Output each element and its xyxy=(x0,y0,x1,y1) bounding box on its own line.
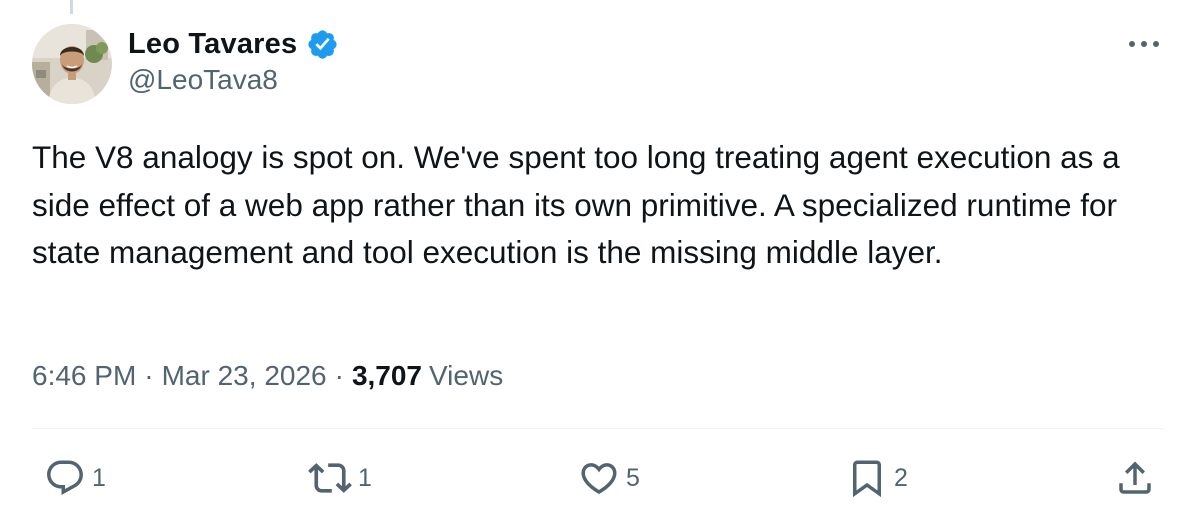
repost-icon xyxy=(308,463,352,493)
repost-count: 1 xyxy=(358,463,372,492)
repost-button[interactable]: 1 xyxy=(308,456,372,500)
views-count: 3,707 xyxy=(351,360,423,391)
heart-icon xyxy=(581,463,617,495)
like-count: 5 xyxy=(626,463,640,492)
tweet-meta: 6:46 PM · Mar 23, 2026 · 3,707 Views xyxy=(32,356,503,396)
thread-connector-line xyxy=(70,0,73,14)
meta-separator: · xyxy=(334,360,344,391)
reply-icon xyxy=(47,460,83,495)
bookmark-count: 2 xyxy=(894,463,908,492)
tweet-text: The V8 analogy is spot on. We've spent t… xyxy=(32,139,1129,270)
bookmark-icon xyxy=(853,460,881,498)
tweet-time[interactable]: 6:46 PM xyxy=(32,360,136,392)
divider xyxy=(32,428,1164,429)
more-horizontal-icon xyxy=(1129,41,1159,47)
more-options-button[interactable] xyxy=(1124,28,1164,60)
author-name[interactable]: Leo Tavares xyxy=(128,28,297,61)
author-name-row: Leo Tavares xyxy=(128,24,339,64)
share-button[interactable] xyxy=(1114,456,1156,500)
views-label: Views xyxy=(429,360,504,391)
avatar[interactable] xyxy=(32,24,112,104)
bookmark-button[interactable]: 2 xyxy=(846,456,908,500)
reply-count: 1 xyxy=(92,463,106,492)
tweet-date[interactable]: Mar 23, 2026 xyxy=(162,360,327,392)
avatar-image xyxy=(32,24,112,104)
author-handle[interactable]: @LeoTava8 xyxy=(128,64,278,96)
verified-badge-icon[interactable] xyxy=(306,28,339,61)
meta-separator: · xyxy=(144,360,154,391)
share-icon xyxy=(1119,461,1151,494)
reply-button[interactable]: 1 xyxy=(44,456,106,500)
like-button[interactable]: 5 xyxy=(578,456,640,500)
